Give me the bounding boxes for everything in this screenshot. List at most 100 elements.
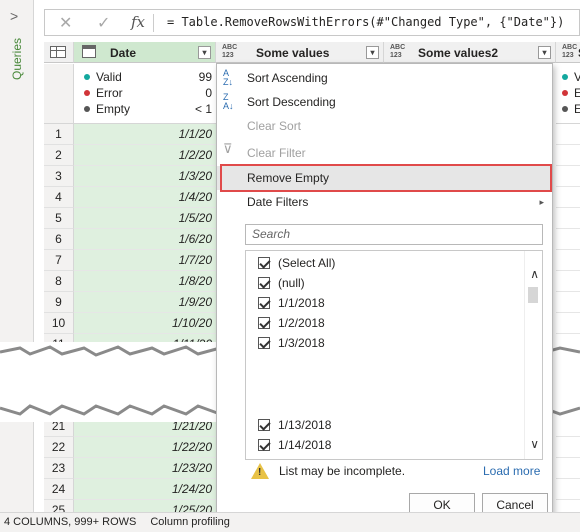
row-number[interactable]: 9 bbox=[44, 292, 74, 313]
s-cell[interactable] bbox=[556, 187, 580, 208]
column-header-date[interactable]: Date ▾ bbox=[74, 42, 216, 63]
some-values-filter-dropdown-icon[interactable]: ▾ bbox=[366, 46, 379, 59]
table-icon bbox=[50, 46, 66, 58]
valid-value: 99 bbox=[198, 70, 212, 84]
clear-sort-label: Clear Sort bbox=[247, 119, 302, 133]
filter-value-item[interactable]: 1/3/2018 bbox=[258, 333, 325, 353]
scroll-down-icon[interactable]: ∨ bbox=[530, 437, 539, 451]
s-empty-label: E bbox=[574, 102, 580, 116]
row-number[interactable]: 5 bbox=[44, 208, 74, 229]
checkbox[interactable] bbox=[258, 419, 270, 431]
date-cell[interactable]: 1/7/20 bbox=[74, 250, 216, 271]
s-cell[interactable] bbox=[556, 250, 580, 271]
scroll-thumb[interactable] bbox=[528, 287, 538, 303]
calendar-type-icon[interactable] bbox=[82, 45, 96, 58]
s-cell[interactable] bbox=[556, 124, 580, 145]
table-corner-menu[interactable] bbox=[44, 42, 74, 63]
expand-queries-icon[interactable]: > bbox=[10, 8, 18, 24]
s-cell[interactable] bbox=[556, 437, 580, 458]
date-cell[interactable]: 1/6/20 bbox=[74, 229, 216, 250]
checkbox[interactable] bbox=[258, 337, 270, 349]
row-number[interactable]: 7 bbox=[44, 250, 74, 271]
menu-remove-empty[interactable]: Remove Empty bbox=[217, 166, 552, 190]
date-cell[interactable]: 1/10/20 bbox=[74, 313, 216, 334]
scroll-up-icon[interactable]: ∧ bbox=[530, 267, 539, 281]
formula-input[interactable]: = Table.RemoveRowsWithErrors(#"Changed T… bbox=[167, 15, 564, 29]
row-number[interactable]: 1 bbox=[44, 124, 74, 145]
s-cell[interactable] bbox=[556, 479, 580, 500]
date-cell[interactable]: 1/24/20 bbox=[74, 479, 216, 500]
s-cell[interactable] bbox=[556, 145, 580, 166]
menu-clear-filter[interactable]: ⊽ Clear Filter bbox=[217, 141, 552, 165]
menu-sort-descending[interactable]: Z A↓ Sort Descending bbox=[217, 90, 552, 114]
warning-text: List may be incomplete. bbox=[279, 464, 406, 478]
filter-value-item[interactable]: 1/1/2018 bbox=[258, 293, 325, 313]
filter-search-input[interactable]: Search bbox=[245, 224, 543, 245]
column-header-some-values2[interactable]: ABC 123 Some values2 ▾ bbox=[384, 42, 556, 63]
profile-s-error: E bbox=[562, 86, 580, 100]
date-cell[interactable]: 1/2/20 bbox=[74, 145, 216, 166]
cancel-formula-icon[interactable]: ✕ bbox=[59, 13, 72, 33]
row-number[interactable]: 4 bbox=[44, 187, 74, 208]
s-cell[interactable] bbox=[556, 292, 580, 313]
filter-value-label: 1/3/2018 bbox=[278, 336, 325, 350]
date-cell[interactable]: 1/3/20 bbox=[74, 166, 216, 187]
sort-descending-icon: Z A↓ bbox=[223, 92, 234, 111]
s-cell[interactable] bbox=[556, 500, 580, 512]
row-number[interactable]: 8 bbox=[44, 271, 74, 292]
menu-clear-sort[interactable]: Clear Sort bbox=[217, 114, 552, 138]
formula-bar: ✕ ✓ fx = Table.RemoveRowsWithErrors(#"Ch… bbox=[44, 9, 580, 36]
checkbox[interactable] bbox=[258, 257, 270, 269]
row-number[interactable]: 22 bbox=[44, 437, 74, 458]
empty-value: < 1 bbox=[194, 102, 212, 116]
filter-value-item[interactable]: (null) bbox=[258, 273, 305, 293]
row-number[interactable]: 2 bbox=[44, 145, 74, 166]
valid-dot-icon bbox=[84, 74, 90, 80]
date-filter-dropdown-icon[interactable]: ▾ bbox=[198, 46, 211, 59]
s-cell[interactable] bbox=[556, 458, 580, 479]
menu-sort-ascending[interactable]: A Z↓ Sort Ascending bbox=[217, 66, 552, 90]
abc123-type-icon[interactable]: ABC 123 bbox=[562, 44, 577, 60]
list-scrollbar[interactable]: ∧ ∨ bbox=[524, 251, 542, 459]
queries-label[interactable]: Queries bbox=[10, 38, 24, 80]
date-cell[interactable]: 1/5/20 bbox=[74, 208, 216, 229]
row-number[interactable]: 25 bbox=[44, 500, 74, 512]
filter-value-item[interactable]: (Select All) bbox=[258, 253, 335, 273]
filter-value-label: (Select All) bbox=[278, 256, 336, 270]
date-cell[interactable]: 1/8/20 bbox=[74, 271, 216, 292]
checkbox[interactable] bbox=[258, 317, 270, 329]
s-cell[interactable] bbox=[556, 208, 580, 229]
date-cell[interactable]: 1/25/20 bbox=[74, 500, 216, 512]
date-cell[interactable]: 1/9/20 bbox=[74, 292, 216, 313]
some-values2-filter-dropdown-icon[interactable]: ▾ bbox=[538, 46, 551, 59]
row-number[interactable]: 6 bbox=[44, 229, 74, 250]
checkbox[interactable] bbox=[258, 277, 270, 289]
date-cell[interactable]: 1/1/20 bbox=[74, 124, 216, 145]
s-cell[interactable] bbox=[556, 271, 580, 292]
s-cell[interactable] bbox=[556, 313, 580, 334]
row-number[interactable]: 23 bbox=[44, 458, 74, 479]
filter-value-item[interactable]: 1/13/2018 bbox=[258, 415, 331, 435]
menu-date-filters[interactable]: Date Filters ▸ bbox=[217, 190, 552, 214]
column-header-s[interactable]: ABC123 S bbox=[556, 42, 580, 63]
profile-s-valid: V bbox=[562, 70, 580, 84]
checkbox[interactable] bbox=[258, 439, 270, 451]
checkbox[interactable] bbox=[258, 297, 270, 309]
date-cell[interactable]: 1/4/20 bbox=[74, 187, 216, 208]
s-cell[interactable] bbox=[556, 166, 580, 187]
row-number[interactable]: 10 bbox=[44, 313, 74, 334]
row-number[interactable]: 3 bbox=[44, 166, 74, 187]
filter-value-item[interactable]: 1/14/2018 bbox=[258, 435, 331, 455]
function-fx-icon[interactable]: fx bbox=[131, 13, 145, 31]
s-cell[interactable] bbox=[556, 229, 580, 250]
commit-formula-icon[interactable]: ✓ bbox=[97, 13, 110, 33]
abc123-type-icon[interactable]: ABC 123 bbox=[222, 44, 237, 60]
sort-ascending-icon: A Z↓ bbox=[223, 68, 233, 87]
date-cell[interactable]: 1/23/20 bbox=[74, 458, 216, 479]
row-number[interactable]: 24 bbox=[44, 479, 74, 500]
abc123-type-icon[interactable]: ABC 123 bbox=[390, 44, 405, 60]
date-cell[interactable]: 1/22/20 bbox=[74, 437, 216, 458]
filter-value-item[interactable]: 1/2/2018 bbox=[258, 313, 325, 333]
load-more-link[interactable]: Load more bbox=[483, 464, 540, 478]
column-header-some-values[interactable]: ABC 123 Some values ▾ bbox=[216, 42, 384, 63]
